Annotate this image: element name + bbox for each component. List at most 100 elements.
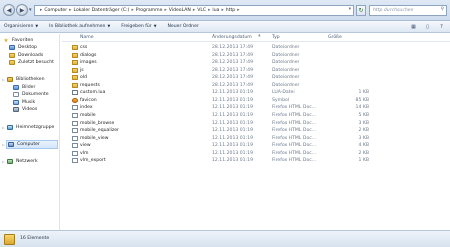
file-type: Firefox HTML Doc...: [272, 158, 317, 164]
file-type: Firefox HTML Doc...: [272, 135, 317, 141]
firefox-html-file-icon: [72, 128, 78, 134]
nav-downloads-label: Downloads: [18, 52, 44, 58]
file-row[interactable]: mobile 12.11.2013 01:19 Firefox HTML Doc..…: [62, 112, 450, 120]
nav-desktop[interactable]: Desktop: [9, 44, 37, 51]
firefox-html-file-icon: [72, 112, 78, 118]
nav-libraries[interactable]: Bibliotheken: [7, 76, 44, 83]
homegroup-expand-icon[interactable]: ▷: [2, 126, 5, 130]
forward-button[interactable]: ▶: [16, 4, 28, 16]
breadcrumb-chevron-icon[interactable]: ▸: [221, 8, 223, 13]
downloads-folder-icon: [9, 52, 15, 58]
breadcrumb-vlc[interactable]: VLC: [197, 8, 206, 13]
nav-music[interactable]: Musik: [13, 99, 35, 106]
firefox-html-file-icon: [72, 105, 78, 111]
address-bar-area: ◀ ▶ ▾ ▸ Computer ▸ Lokaler Datenträger (C…: [0, 0, 450, 21]
navigation-pane: ★ Favoriten Desktop Downloads Zuletzt be…: [0, 34, 60, 230]
breadcrumb-programme[interactable]: Programme: [136, 8, 163, 13]
file-row[interactable]: dialogs 28.12.2013 17:49 Dateiordner: [62, 52, 450, 60]
nav-videos[interactable]: Videos: [13, 106, 37, 113]
organize-button[interactable]: Organisieren ▼: [4, 24, 38, 29]
back-button[interactable]: ◀: [3, 4, 15, 16]
column-name[interactable]: Name: [80, 35, 94, 40]
file-type: Firefox HTML Doc...: [272, 120, 317, 126]
file-date: 28.12.2013 17:49: [212, 82, 254, 88]
search-icon[interactable]: ⚲: [441, 7, 444, 12]
file-name: favicon: [80, 97, 97, 103]
breadcrumb-videolan[interactable]: VideoLAN: [169, 8, 191, 13]
breadcrumb-chevron-icon[interactable]: ▸: [193, 8, 195, 13]
preview-pane-icon[interactable]: ▯: [423, 23, 432, 31]
breadcrumb-chevron-icon[interactable]: ▸: [69, 8, 71, 13]
refresh-button[interactable]: ↻: [356, 5, 366, 16]
file-type: Dateiordner: [272, 75, 300, 81]
file-row[interactable]: mobile_view 12.11.2013 01:19 Firefox HTML …: [62, 135, 450, 143]
help-icon[interactable]: ?: [437, 23, 446, 31]
breadcrumb-computer[interactable]: Computer: [44, 8, 67, 13]
chevron-down-icon: ▼: [35, 24, 39, 28]
file-size: 2 KB: [358, 150, 369, 156]
nav-homegroup-label: Heimnetzgruppe: [16, 125, 55, 130]
file-row[interactable]: css 28.12.2013 17:49 Dateiordner: [62, 44, 450, 52]
share-with-label: Freigeben für: [121, 24, 152, 29]
file-name: index: [80, 105, 93, 111]
change-view-icon[interactable]: ▦: [409, 23, 418, 31]
file-row[interactable]: vlm 12.11.2013 01:19 Firefox HTML Doc... 2 …: [62, 150, 450, 158]
file-row[interactable]: favicon 12.11.2013 01:19 Symbol 85 KB: [62, 97, 450, 105]
address-breadcrumb[interactable]: ▸ Computer ▸ Lokaler Datenträger (C:) ▸ Pr…: [34, 5, 354, 16]
file-row[interactable]: vlm_export 12.11.2013 01:19 Firefox HTML D…: [62, 157, 450, 165]
network-icon: [7, 159, 13, 164]
file-name: custom.lua: [80, 90, 106, 96]
breadcrumb-http[interactable]: http: [226, 8, 235, 13]
file-row[interactable]: old 28.12.2013 17:49 Dateiordner: [62, 74, 450, 82]
search-input[interactable]: http durchsuchen ⚲: [369, 5, 447, 16]
command-bar: Organisieren ▼ In Bibliothek aufnehmen ▼ F…: [0, 21, 450, 33]
file-row[interactable]: index 12.11.2013 01:19 Firefox HTML Doc...…: [62, 104, 450, 112]
breadcrumb-chevron-icon[interactable]: ▸: [237, 8, 239, 13]
column-date[interactable]: Änderungsdatum: [212, 35, 252, 40]
firefox-html-file-icon: [72, 150, 78, 156]
address-dropdown-icon[interactable]: ▾: [349, 7, 351, 12]
file-row[interactable]: view 12.11.2013 01:19 Firefox HTML Doc... 4…: [62, 142, 450, 150]
recent-pages-chevron-icon[interactable]: ▾: [29, 7, 32, 13]
breadcrumb-chevron-icon[interactable]: ▸: [164, 8, 166, 13]
file-name: vlm: [80, 150, 89, 156]
file-row[interactable]: custom.lua 12.11.2013 01:19 LUA-Datei 1 KB: [62, 89, 450, 97]
breadcrumb-chevron-icon[interactable]: ▸: [208, 8, 210, 13]
libraries-expand-icon[interactable]: ▷: [2, 78, 5, 82]
nav-documents[interactable]: Dokumente: [13, 91, 49, 98]
file-row[interactable]: js 28.12.2013 17:49 Dateiordner: [62, 67, 450, 75]
breadcrumb-root-chevron-icon[interactable]: ▸: [40, 8, 42, 13]
network-expand-icon[interactable]: ▷: [2, 160, 5, 164]
nav-network[interactable]: Netzwerk: [7, 158, 38, 165]
file-name: mobile: [80, 112, 96, 118]
breadcrumb-lua[interactable]: lua: [212, 8, 219, 13]
explorer-window: ◀ ▶ ▾ ▸ Computer ▸ Lokaler Datenträger (C…: [0, 0, 450, 247]
breadcrumb-chevron-icon[interactable]: ▸: [131, 8, 133, 13]
nav-homegroup[interactable]: Heimnetzgruppe: [7, 124, 54, 131]
nav-favorites[interactable]: ★ Favoriten: [3, 37, 34, 44]
file-row[interactable]: mobile_equalizer 12.11.2013 01:19 Firefox …: [62, 127, 450, 135]
column-type[interactable]: Typ: [272, 35, 280, 40]
file-date: 12.11.2013 01:19: [212, 150, 254, 156]
add-to-library-button[interactable]: In Bibliothek aufnehmen ▼: [49, 24, 110, 29]
nav-pictures[interactable]: Bilder: [13, 84, 35, 91]
new-folder-button[interactable]: Neuer Ordner: [167, 24, 198, 29]
file-date: 28.12.2013 17:49: [212, 52, 254, 58]
breadcrumb-drive[interactable]: Lokaler Datenträger (C:): [73, 8, 129, 13]
nav-network-label: Netzwerk: [16, 159, 38, 164]
file-row[interactable]: images 28.12.2013 17:49 Dateiordner: [62, 59, 450, 67]
file-row[interactable]: mobile_browse 12.11.2013 01:19 Firefox HTM…: [62, 120, 450, 128]
file-name: old: [80, 75, 88, 81]
nav-computer[interactable]: Computer: [6, 140, 58, 149]
computer-expand-icon[interactable]: ▷: [2, 143, 5, 147]
file-row[interactable]: requests 28.12.2013 17:49 Dateiordner: [62, 82, 450, 90]
videos-library-icon: [13, 107, 19, 112]
file-date: 12.11.2013 01:19: [212, 135, 254, 141]
folder-icon: [72, 60, 78, 66]
column-size[interactable]: Größe: [328, 35, 342, 40]
nav-downloads[interactable]: Downloads: [9, 52, 43, 59]
file-date: 12.11.2013 01:19: [212, 128, 254, 134]
nav-recent[interactable]: Zuletzt besucht: [9, 59, 54, 66]
share-with-button[interactable]: Freigeben für ▼: [121, 24, 156, 29]
chevron-down-icon: ▼: [107, 24, 111, 28]
